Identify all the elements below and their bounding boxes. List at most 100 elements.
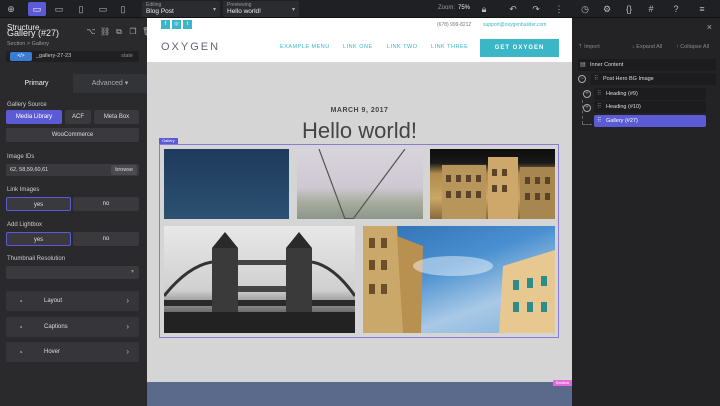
source-woocommerce[interactable]: WooCommerce: [6, 128, 139, 142]
gallery-source-label: Gallery Source: [7, 102, 47, 108]
image-ids-value: 62, 58,59,60,61: [10, 167, 49, 173]
gallery-image-bridge-fog[interactable]: [297, 149, 423, 219]
source-media-library[interactable]: Media Library: [6, 110, 62, 124]
tower-bridge-svg: [164, 232, 355, 333]
site-phone[interactable]: (678) 999-8212: [437, 22, 471, 28]
drag-handle-icon[interactable]: ⠿: [597, 103, 601, 110]
laptop-view-icon[interactable]: ▭: [50, 2, 68, 16]
nav-example-menu[interactable]: EXAMPLE MENU: [280, 44, 330, 50]
post-heading[interactable]: Hello world!: [147, 118, 572, 144]
tab-advanced[interactable]: Advanced ▾: [73, 74, 147, 93]
duplicate-icon[interactable]: ❐: [128, 27, 138, 37]
link-images-yes[interactable]: yes: [6, 197, 71, 211]
buildings-svg: [442, 157, 555, 219]
thumb-res-select[interactable]: ▾: [6, 266, 139, 279]
section-layout-label: Layout: [44, 298, 63, 304]
mobile-landscape-icon[interactable]: ▭: [94, 2, 112, 16]
tab-primary[interactable]: Primary: [0, 74, 73, 93]
import-button[interactable]: ⇡ Import: [578, 44, 600, 50]
section-captions[interactable]: ◔ Captions ›: [6, 317, 139, 337]
add-lightbox-label: Add Lightbox: [7, 222, 43, 228]
drag-handle-icon[interactable]: ⠿: [594, 75, 598, 82]
tree-item-heading-9[interactable]: ⠿ Heading (#9): [594, 88, 706, 100]
collapse-toggle-icon[interactable]: −: [578, 75, 586, 83]
facebook-icon[interactable]: f: [161, 20, 170, 29]
instagram-icon[interactable]: ◎: [172, 20, 181, 29]
bridge-cables-svg: [318, 149, 406, 219]
help-icon[interactable]: ?: [667, 2, 685, 16]
code-icon[interactable]: {}: [620, 2, 638, 16]
editing-dropdown[interactable]: Editing Blog Post ▾: [142, 1, 220, 17]
image-ids-input[interactable]: 62, 58,59,60,61 browse: [6, 164, 139, 176]
tablet-view-icon[interactable]: ▯: [72, 2, 90, 16]
lightbox-yes[interactable]: yes: [6, 232, 71, 246]
breadcrumb[interactable]: Section > Gallery: [7, 41, 49, 47]
lightbox-no[interactable]: no: [73, 232, 139, 246]
selector-state[interactable]: state: [121, 53, 133, 59]
chevron-down-icon: ▾: [291, 7, 295, 13]
tree-item-post-hero[interactable]: ⠿ Post Hero BG Image: [591, 73, 716, 85]
add-icon[interactable]: +: [583, 104, 591, 112]
tree-item-label: Inner Content: [590, 62, 624, 68]
layout-icon: ◔: [18, 297, 23, 306]
drag-handle-icon[interactable]: ⠿: [597, 117, 601, 124]
chevron-right-icon: ›: [126, 322, 129, 331]
twitter-icon[interactable]: t: [183, 20, 192, 29]
chevron-down-icon: ▾: [130, 269, 134, 275]
collapse-all-button[interactable]: ↑ Collapse All: [676, 44, 709, 50]
layers-icon[interactable]: ≡: [693, 2, 711, 16]
add-icon[interactable]: +: [583, 90, 591, 98]
grid-icon[interactable]: ⋮: [550, 2, 568, 16]
selector-type-badge[interactable]: </>: [10, 52, 32, 61]
get-oxygen-button[interactable]: GET OXYGEN: [480, 39, 559, 57]
gallery-image-ocean[interactable]: [164, 149, 289, 219]
site-logo[interactable]: OXYGEN: [161, 41, 220, 53]
preview-canvas[interactable]: f ◎ t (678) 999-8212 support@oxygenbuild…: [147, 18, 572, 406]
settings-icon[interactable]: ⚙: [598, 2, 616, 16]
hash-icon[interactable]: #: [642, 2, 660, 16]
browse-button[interactable]: browse: [111, 165, 137, 175]
section-tag[interactable]: Section: [552, 380, 572, 386]
section-captions-label: Captions: [44, 324, 68, 330]
tree-item-gallery-27[interactable]: ⠿ Gallery (#27): [594, 115, 706, 127]
gallery-image-buildings[interactable]: [430, 149, 555, 219]
structure-icon[interactable]: ⌥: [86, 27, 96, 37]
panel-header-icons: ⌥ ⛓ ⧉ ❐ 🗑︎: [86, 27, 152, 37]
mobile-portrait-icon[interactable]: ▯: [114, 2, 132, 16]
undo-icon[interactable]: ↶: [504, 2, 522, 16]
tree-item-heading-10[interactable]: ⠿ Heading (#10): [594, 101, 706, 113]
redo-icon[interactable]: ↷: [527, 2, 545, 16]
tree-item-label: Heading (#10): [606, 104, 641, 110]
gallery-image-tower-bridge[interactable]: [164, 226, 355, 333]
previewing-dropdown[interactable]: Previewing Hello world! ▾: [223, 1, 299, 17]
tree-item-inner-content[interactable]: ▤ Inner Content: [578, 59, 716, 71]
add-icon[interactable]: ⊕: [2, 2, 20, 16]
collapse-all-label: Collapse All: [680, 44, 710, 50]
site-email[interactable]: support@oxygenbuilder.com: [483, 22, 546, 28]
section-hover[interactable]: ◔ Hover ›: [6, 342, 139, 362]
footer-section[interactable]: [147, 382, 572, 406]
drag-handle-icon[interactable]: ⠿: [597, 90, 601, 97]
structure-title: Structure: [7, 23, 40, 32]
zoom-value[interactable]: 75%: [458, 5, 470, 11]
expand-all-button[interactable]: ↓ Expand All: [632, 44, 662, 50]
nav-link-one[interactable]: LINK ONE: [343, 44, 373, 50]
link-icon[interactable]: ⛓: [100, 27, 110, 37]
lock-icon[interactable]: 🔒︎: [475, 2, 493, 16]
tree-connector: [582, 100, 583, 124]
history-icon[interactable]: ◷: [576, 2, 594, 16]
chevron-right-icon: ›: [126, 296, 129, 305]
selector-field[interactable]: </> _gallery-27-23 state: [6, 51, 139, 62]
desktop-view-icon[interactable]: ▭: [28, 2, 46, 16]
gallery-image-street[interactable]: [363, 226, 555, 333]
post-date: MARCH 9, 2017: [330, 107, 389, 114]
image-ids-label: Image IDs: [7, 154, 35, 160]
link-images-no[interactable]: no: [73, 197, 139, 211]
nav-link-three[interactable]: LINK THREE: [431, 44, 468, 50]
source-acf[interactable]: ACF: [65, 110, 91, 124]
nav-link-two[interactable]: LINK TWO: [387, 44, 418, 50]
close-icon[interactable]: ×: [707, 22, 712, 32]
section-layout[interactable]: ◔ Layout ›: [6, 291, 139, 311]
source-meta-box[interactable]: Meta Box: [94, 110, 139, 124]
copy-icon[interactable]: ⧉: [114, 27, 124, 37]
